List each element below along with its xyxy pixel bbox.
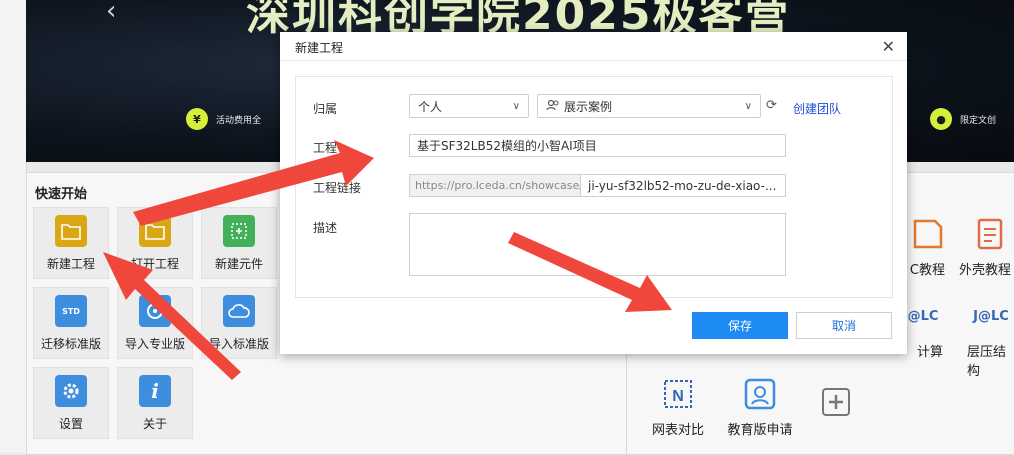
jlc-stackup-icon: J@LC	[973, 308, 1009, 324]
tile-new-component[interactable]: 新建元件	[201, 207, 277, 279]
tile-label: 迁移标准版	[40, 337, 101, 351]
tile-education-apply[interactable]: 教育版申请	[719, 377, 801, 438]
tile-import-std[interactable]: 导入标准版	[201, 287, 277, 359]
banner-pill-right: ● 限定文创	[930, 108, 996, 130]
tile-label: 导入标准版	[208, 337, 269, 351]
team-users-icon	[546, 99, 560, 114]
tile-new-project[interactable]: 新建工程	[33, 207, 109, 279]
enclosure-tutorial-icon	[973, 217, 1007, 251]
import-pro-icon	[139, 295, 171, 327]
tile-migrate-std[interactable]: STD 迁移标准版	[33, 287, 109, 359]
tile-label: 导入专业版	[124, 337, 185, 351]
chevron-down-icon: ∨	[744, 100, 752, 112]
sidebar-edge	[0, 0, 27, 453]
gift-icon: ●	[930, 108, 952, 130]
project-name-input[interactable]: 基于SF32LB52模组的小智AI项目	[409, 134, 786, 157]
tile-about[interactable]: i 关于	[117, 367, 193, 439]
refresh-icon[interactable]: ⟳	[766, 98, 777, 113]
description-label: 描述	[313, 221, 338, 235]
owner-select-value: 个人	[418, 99, 443, 114]
belong-label: 归属	[313, 102, 338, 116]
import-std-icon	[223, 295, 255, 327]
tile-label: 网表对比	[651, 423, 704, 438]
banner-pill-right-text: 限定文创	[960, 115, 997, 126]
tile-jlc-stackup[interactable]: J@LC 层压结构	[967, 299, 1014, 380]
tile-import-pro[interactable]: 导入专业版	[117, 287, 193, 359]
new-component-icon	[223, 215, 255, 247]
tile-add[interactable]	[799, 385, 873, 427]
tile-label: 打开工程	[130, 257, 179, 271]
tile-label: 计算	[916, 345, 943, 360]
tile-label: 设置	[58, 417, 83, 431]
open-project-folder-icon	[139, 215, 171, 247]
add-plus-icon	[819, 385, 853, 419]
tile-open-project[interactable]: 打开工程	[117, 207, 193, 279]
project-link-label: 工程链接	[313, 181, 362, 195]
tile-label: 外壳教程	[959, 263, 1012, 278]
project-link-input[interactable]: ji-yu-sf32lb52-mo-zu-de-xiao-...	[580, 174, 786, 197]
info-icon: i	[139, 375, 171, 407]
education-apply-icon	[743, 377, 777, 411]
cancel-button[interactable]: 取消	[796, 312, 892, 339]
dialog-title: 新建工程	[295, 41, 344, 55]
netlist-compare-icon: N	[661, 377, 695, 411]
dialog-form: 归属 个人 ∨ 展示案例 ∨ ⟳ 创建团队 工程 基于SF32LB52模组的小智…	[295, 76, 893, 298]
chevron-down-icon: ∨	[512, 100, 520, 112]
fpc-tutorial-icon	[911, 217, 945, 251]
tile-label: 教育版申请	[727, 423, 793, 438]
tile-label: C教程	[909, 263, 945, 278]
tile-label: 关于	[142, 417, 167, 431]
team-select[interactable]: 展示案例 ∨	[537, 94, 761, 118]
quick-start-title: 快速开始	[35, 187, 88, 202]
banner-pill-left-text: 活动费用全	[216, 115, 262, 126]
project-label: 工程	[313, 141, 338, 155]
create-team-link[interactable]: 创建团队	[793, 100, 841, 117]
banner-prev-icon[interactable]: ‹	[106, 0, 116, 26]
close-icon[interactable]: ✕	[882, 37, 895, 56]
tile-label: 新建元件	[214, 257, 263, 271]
save-button[interactable]: 保存	[692, 312, 788, 339]
owner-select[interactable]: 个人 ∨	[409, 94, 529, 118]
tile-label: 层压结构	[967, 345, 1007, 379]
settings-gear-icon	[55, 375, 87, 407]
banner-pill-left: ¥ 活动费用全	[186, 108, 261, 130]
tile-label: 新建工程	[46, 257, 95, 271]
migrate-std-icon: STD	[55, 295, 87, 327]
team-select-value: 展示案例	[564, 99, 613, 114]
description-textarea[interactable]	[409, 213, 786, 276]
project-link-prefix: https://pro.lceda.cn/showcase/	[409, 174, 583, 197]
new-project-dialog: 新建工程 ✕ 归属 个人 ∨ 展示案例 ∨ ⟳ 创建团队 工程 基于SF32LB…	[280, 32, 907, 354]
tile-netlist-compare[interactable]: N 网表对比	[641, 377, 715, 438]
dialog-header: 新建工程 ✕	[280, 32, 907, 61]
tile-settings[interactable]: 设置	[33, 367, 109, 439]
tile-enclosure-tutorial[interactable]: 外壳教程	[959, 217, 1014, 278]
new-project-folder-icon	[55, 215, 87, 247]
jlc-calculator-icon: @LC	[907, 308, 939, 324]
discount-icon: ¥	[186, 108, 208, 130]
svg-text:N: N	[672, 388, 684, 405]
